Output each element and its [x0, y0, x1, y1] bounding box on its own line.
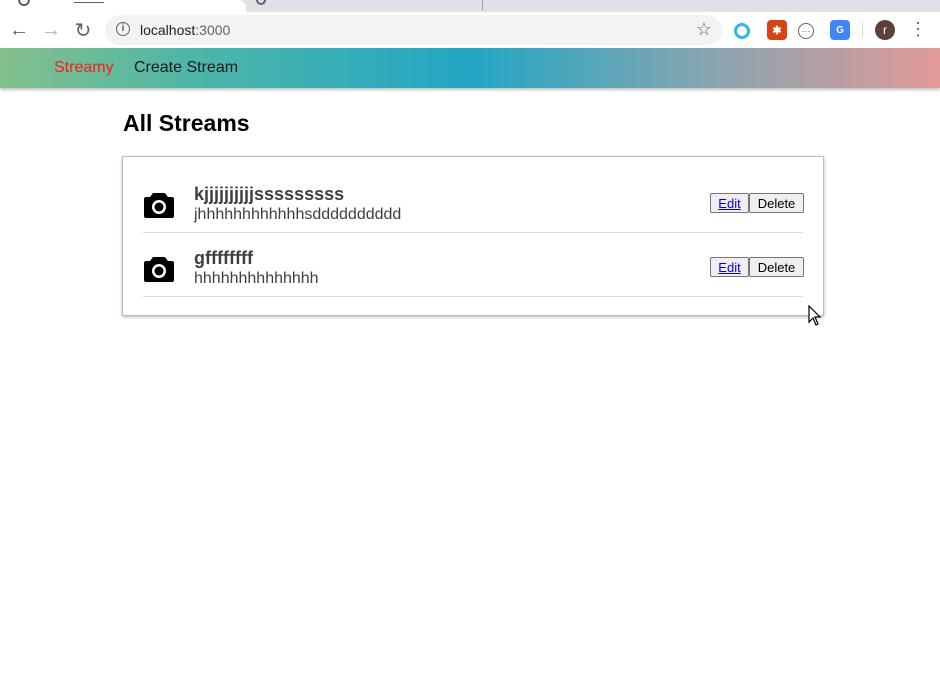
info-icon[interactable]: i — [116, 22, 130, 36]
extension-code-icon[interactable]: ⋯ — [798, 23, 814, 39]
browser-tab-active[interactable] — [0, 0, 246, 12]
extension-translate-icon[interactable]: G — [830, 20, 850, 40]
toolbar-separator — [862, 22, 863, 38]
stream-list-item: gffffffff hhhhhhhhhhhhhh Edit Delete — [143, 232, 804, 297]
url-host: localhost — [140, 22, 196, 38]
create-stream-link[interactable]: Create Stream — [134, 59, 238, 77]
edit-button[interactable]: Edit — [710, 193, 749, 213]
tab-separator — [482, 0, 483, 10]
extension-puzzle-icon[interactable]: ✱ — [767, 20, 787, 40]
browser-tab-inactive[interactable] — [246, 0, 496, 12]
camera-icon — [144, 193, 174, 218]
brand-link[interactable]: Streamy — [54, 59, 114, 77]
stream-description: hhhhhhhhhhhhhh — [194, 270, 319, 287]
edit-button[interactable]: Edit — [710, 257, 749, 277]
stream-list: kjjjjjjjjjjsssssssss jhhhhhhhhhhhhsddddd… — [122, 156, 824, 316]
stream-title: kjjjjjjjjjjsssssssss — [194, 184, 345, 204]
tab-favicon-icon — [18, 0, 30, 6]
url-port: :3000 — [195, 22, 231, 38]
more-menu-icon[interactable]: ⋮ — [909, 20, 927, 40]
app-header: Streamy Create Stream — [0, 48, 940, 88]
browser-toolbar: ← → ↻ i localhost:3000 ☆ ✱ ⋯ G r ⋮ — [0, 12, 940, 48]
address-url[interactable]: localhost:3000 — [140, 22, 230, 38]
delete-button[interactable]: Delete — [749, 193, 804, 213]
back-arrow-icon[interactable]: ← — [7, 18, 31, 42]
stream-list-item: kjjjjjjjjjjsssssssss jhhhhhhhhhhhhsddddd… — [143, 168, 804, 233]
tab-favicon-icon — [256, 0, 266, 5]
delete-button[interactable]: Delete — [749, 257, 804, 277]
camera-icon — [144, 257, 174, 282]
tab-title-fragment — [74, 0, 104, 3]
bookmark-star-icon[interactable]: ☆ — [696, 19, 712, 40]
stream-description: jhhhhhhhhhhhhsdddddddddd — [194, 206, 402, 223]
reload-icon[interactable]: ↻ — [71, 18, 95, 42]
browser-tab-strip — [0, 0, 940, 12]
mouse-cursor-icon — [808, 305, 822, 326]
stream-title: gffffffff — [194, 248, 253, 268]
profile-avatar[interactable]: r — [875, 20, 895, 40]
page-title: All Streams — [123, 110, 250, 136]
forward-arrow-icon[interactable]: → — [39, 18, 63, 42]
extension-target-icon[interactable] — [734, 23, 750, 39]
address-bar[interactable]: i localhost:3000 ☆ — [105, 15, 722, 45]
